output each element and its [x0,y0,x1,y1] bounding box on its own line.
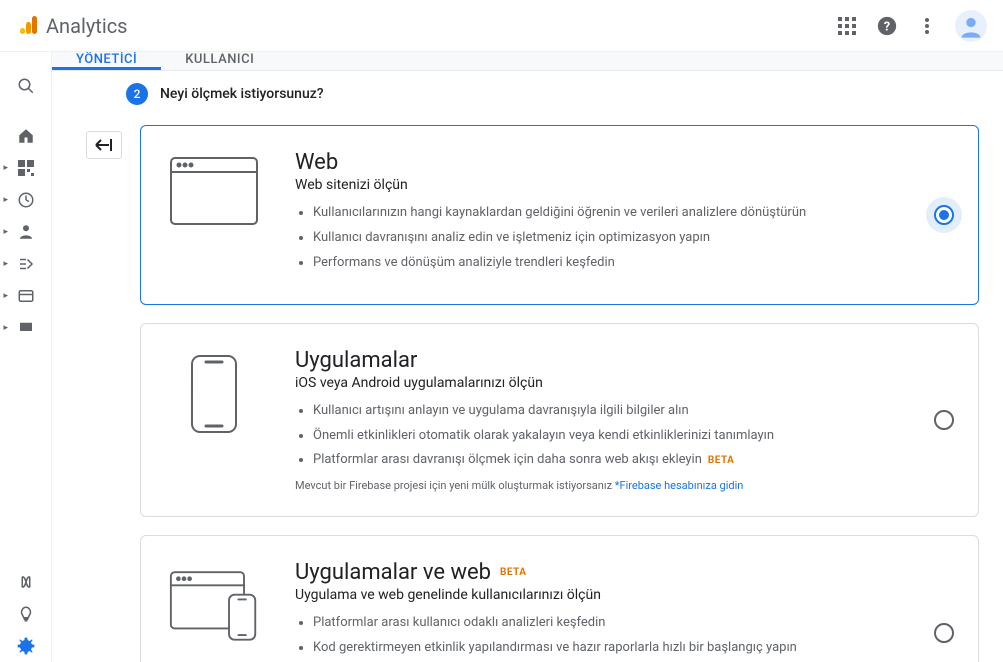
list-item: Kod gerektirmeyen etkinlik yapılandırmas… [313,640,950,657]
card-title-web: Web [295,150,950,175]
sidebar-discover[interactable] [0,598,52,630]
sidebar-admin[interactable] [0,630,52,662]
card-body-apps: Uygulamalar iOS veya Android uygulamalar… [295,348,950,493]
card-body-appsweb: Uygulamalar ve webBETA Uygulama ve web g… [295,560,950,662]
help-icon[interactable]: ? [875,14,899,38]
main-content: YÖNETİCİ KULLANICI 2 Neyi ölçmek istiyor… [52,52,1003,662]
analytics-logo-icon [16,14,40,38]
card-subtitle-appsweb: Uygulama ve web genelinde kullanıcıların… [295,587,950,603]
apps-illustration [169,348,259,434]
more-icon[interactable] [915,14,939,38]
apps-icon[interactable] [835,14,859,38]
step-content: 2 Neyi ölçmek istiyorsunuz? [140,83,1003,662]
radio-web[interactable] [934,205,954,225]
beta-badge: BETA [708,455,735,466]
card-subtitle-apps: iOS veya Android uygulamalarınızı ölçün [295,375,950,391]
tab-admin[interactable]: YÖNETİCİ [52,52,161,70]
card-title-appsweb: Uygulamalar ve webBETA [295,560,950,585]
logo[interactable]: Analytics [16,14,128,38]
step-header: 2 Neyi ölçmek istiyorsunuz? [68,83,979,105]
card-body-web: Web Web sitenizi ölçün Kullanıcılarınızı… [295,150,950,280]
radio-appsweb[interactable] [934,623,954,643]
list-item: Kullanıcı artışını anlayın ve uygulama d… [313,403,950,420]
radio-apps[interactable] [934,410,954,430]
step-line [104,83,105,662]
app-title: Analytics [46,14,128,38]
option-card-appsweb[interactable]: Uygulamalar ve webBETA Uygulama ve web g… [140,535,979,662]
sidebar-home[interactable] [0,120,52,152]
list-item: Kullanıcı davranışını analiz edin ve işl… [313,230,950,247]
list-item: Önemli etkinlikleri otomatik olarak yaka… [313,428,950,445]
avatar[interactable] [955,10,987,42]
beta-badge: BETA [500,567,527,578]
sidebar-audience[interactable] [0,216,52,248]
tabs-row: YÖNETİCİ KULLANICI [52,52,1003,71]
sidebar-realtime[interactable] [0,184,52,216]
list-item: Platformlar arası davranışı ölçmek için … [313,452,950,469]
option-card-web[interactable]: Web Web sitenizi ölçün Kullanıcılarınızı… [140,125,979,305]
step-title: Neyi ölçmek istiyorsunuz? [160,86,324,102]
sidebar-attribution[interactable] [0,566,52,598]
web-illustration [169,150,259,226]
option-card-apps[interactable]: Uygulamalar iOS veya Android uygulamalar… [140,323,979,518]
list-item: Performans ve dönüşüm analiziyle trendle… [313,255,950,272]
step-number: 2 [126,83,148,105]
header-right: ? [835,10,987,42]
back-column [68,83,140,662]
content-area: 2 Neyi ölçmek istiyorsunuz? [52,71,1003,662]
back-button[interactable] [86,131,122,159]
svg-text:?: ? [884,19,890,34]
card-title-apps: Uygulamalar [295,348,950,373]
card-footer-apps: Mevcut bir Firebase projesi için yeni mü… [295,479,950,492]
top-header: Analytics ? [0,0,1003,52]
sidebar-customization[interactable] [0,152,52,184]
card-list-appsweb: Platformlar arası kullanıcı odaklı anali… [295,615,950,662]
list-item: Platformlar arası kullanıcı odaklı anali… [313,615,950,632]
card-subtitle-web: Web sitenizi ölçün [295,177,950,193]
sidebar [0,52,52,662]
header-left: Analytics [16,14,128,38]
sidebar-behavior[interactable] [0,280,52,312]
firebase-link[interactable]: *Firebase hesabınıza gidin [615,479,744,492]
card-list-web: Kullanıcılarınızın hangi kaynaklardan ge… [295,205,950,272]
list-item: Kullanıcılarınızın hangi kaynaklardan ge… [313,205,950,222]
sidebar-conversions[interactable] [0,312,52,344]
appsweb-illustration [169,560,259,644]
sidebar-acquisition[interactable] [0,248,52,280]
card-list-apps: Kullanıcı artışını anlayın ve uygulama d… [295,403,950,470]
tab-user[interactable]: KULLANICI [161,52,278,70]
sidebar-search[interactable] [0,70,52,102]
